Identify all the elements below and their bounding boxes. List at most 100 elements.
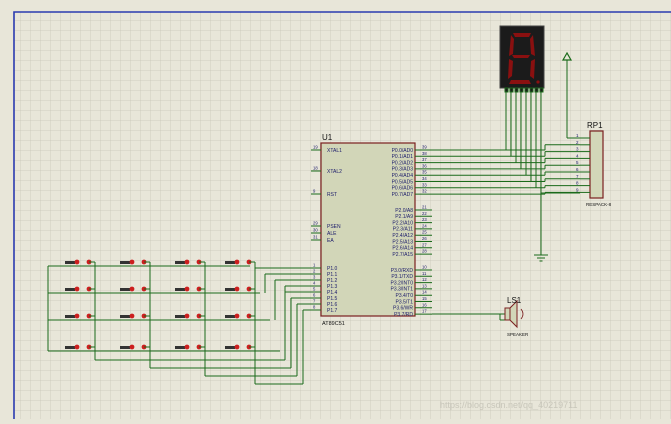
- u1-pin-number: 19: [313, 145, 318, 150]
- u1-pin-number: 38: [422, 151, 427, 156]
- rp1-part-name: RESPACK-8: [586, 202, 612, 207]
- u1-pin-name: P0.7/AD7: [392, 192, 414, 198]
- u1-pin-number: 39: [422, 145, 427, 150]
- button-dot: [234, 259, 240, 265]
- button-dot: [74, 313, 80, 319]
- u1-pin-name: P0.6/AD6: [392, 186, 414, 192]
- u1-pin-name: XTAL1: [327, 148, 342, 154]
- rp1-resistor-pack[interactable]: [589, 130, 604, 199]
- button-dot: [129, 286, 135, 292]
- button-cap: [65, 261, 75, 264]
- watermark: https://blog.csdn.net/qq_40219711: [440, 400, 577, 410]
- u1-pin-name: P3.0/RXD: [391, 268, 414, 274]
- u1-pin-number: 37: [422, 157, 427, 162]
- button-dot: [74, 286, 80, 292]
- seven-segment-display[interactable]: 8: [499, 25, 545, 93]
- button-cap: [120, 315, 130, 318]
- u1-pin-number: 12: [422, 277, 427, 282]
- u1-pin-name: P3.7/RD: [394, 312, 413, 318]
- button-cap: [120, 346, 130, 349]
- u1-pin-name: P3.5/T1: [395, 299, 413, 305]
- u1-pin-number: 22: [422, 211, 427, 216]
- u1-pin-name: P0.2/AD2: [392, 160, 414, 166]
- u1-pin-name: P3.2/INT0: [390, 280, 413, 286]
- u1-part-name: AT89C51: [322, 321, 345, 327]
- u1-pin-number: 21: [422, 205, 427, 210]
- button-cap: [65, 315, 75, 318]
- u1-pin-number: 36: [422, 163, 427, 168]
- u1-pin-number: 33: [422, 182, 427, 187]
- button-dot: [234, 313, 240, 319]
- u1-pin-name: RST: [327, 192, 337, 198]
- u1-pin-name: P2.0/A8: [395, 208, 413, 214]
- button-dot: [184, 286, 190, 292]
- u1-pin-name: P0.3/AD3: [392, 167, 414, 173]
- u1-pin-number: 35: [422, 170, 427, 175]
- button-dot: [74, 259, 80, 265]
- u1-pin-number: 30: [313, 228, 318, 233]
- u1-pin-number: 14: [422, 290, 427, 295]
- u1-pin-name: P2.2/A10: [392, 220, 413, 226]
- u1-pin-number: 24: [422, 223, 427, 228]
- button-dot: [234, 344, 240, 350]
- u1-pin-name: P3.6/WR: [393, 306, 413, 312]
- u1-pin-name: P3.3/INT1: [390, 287, 413, 293]
- u1-pin-number: 23: [422, 217, 427, 222]
- button-cap: [175, 346, 185, 349]
- button-cap: [225, 315, 235, 318]
- schematic-svg: 8 U1 AT89C51 19XTAL118XTAL29RST29PSEN30A…: [0, 0, 671, 419]
- button-cap: [65, 288, 75, 291]
- u1-pin-number: 11: [422, 271, 427, 276]
- u1-pin-number: 27: [422, 242, 427, 247]
- u1-pin-name: P0.5/AD5: [392, 179, 414, 185]
- rp1-reference: RP1: [587, 121, 603, 130]
- u1-pin-number: 15: [422, 296, 427, 301]
- button-dot: [129, 313, 135, 319]
- button-dot: [129, 344, 135, 350]
- u1-pin-name: P2.4/A12: [392, 233, 413, 239]
- u1-pin-name: P0.4/AD4: [392, 173, 414, 179]
- u1-pin-name: P2.1/A9: [395, 214, 413, 220]
- button-dot: [184, 313, 190, 319]
- u1-pin-number: 10: [422, 265, 427, 270]
- button-dot: [184, 259, 190, 265]
- button-cap: [120, 261, 130, 264]
- u1-pin-number: 34: [422, 176, 427, 181]
- u1-pin-name: P2.7/A15: [392, 252, 413, 258]
- u1-pin-number: 32: [422, 189, 427, 194]
- button-dot: [129, 259, 135, 265]
- u1-pin-number: 29: [313, 221, 318, 226]
- u1-pin-number: 17: [422, 309, 427, 314]
- u1-pin-name: P3.1/TXD: [391, 274, 413, 280]
- u1-pin-name: P2.6/A14: [392, 246, 413, 252]
- ls1-reference: LS1: [507, 296, 522, 305]
- u1-pin-number: 25: [422, 230, 427, 235]
- u1-pin-name: XTAL2: [327, 169, 342, 175]
- u1-pin-name: ALE: [327, 231, 337, 237]
- button-cap: [225, 346, 235, 349]
- u1-pin-number: 16: [422, 302, 427, 307]
- button-cap: [175, 261, 185, 264]
- schematic-canvas: 8 U1 AT89C51 19XTAL118XTAL29RST29PSEN30A…: [0, 0, 671, 419]
- u1-pin-name: P0.0/AD0: [392, 148, 414, 154]
- u1-reference: U1: [322, 133, 333, 142]
- ls1-part-name: SPEAKER: [507, 332, 529, 337]
- button-dot: [234, 286, 240, 292]
- u1-pin-name: P1.7: [327, 308, 338, 314]
- u1-pin-name: EA: [327, 238, 334, 244]
- button-cap: [175, 315, 185, 318]
- u1-pin-number: 13: [422, 283, 427, 288]
- u1-pin-name: P2.3/A11: [393, 227, 413, 233]
- u1-pin-number: 26: [422, 236, 427, 241]
- u1-pin-number: 31: [313, 235, 318, 240]
- u1-right-pins: 39 P0.0/AD0 38 P0.1/AD1 37 P0.2/AD2 36 P0.3/AD3…: [390, 145, 432, 318]
- button-dot: [184, 344, 190, 350]
- u1-pin-name: P0.1/AD1: [392, 154, 414, 160]
- u1-pin-name: P3.4/T0: [395, 293, 413, 299]
- button-dot: [74, 344, 80, 350]
- button-cap: [225, 261, 235, 264]
- button-cap: [120, 288, 130, 291]
- button-cap: [65, 346, 75, 349]
- u1-pin-number: 18: [313, 166, 318, 171]
- button-cap: [175, 288, 185, 291]
